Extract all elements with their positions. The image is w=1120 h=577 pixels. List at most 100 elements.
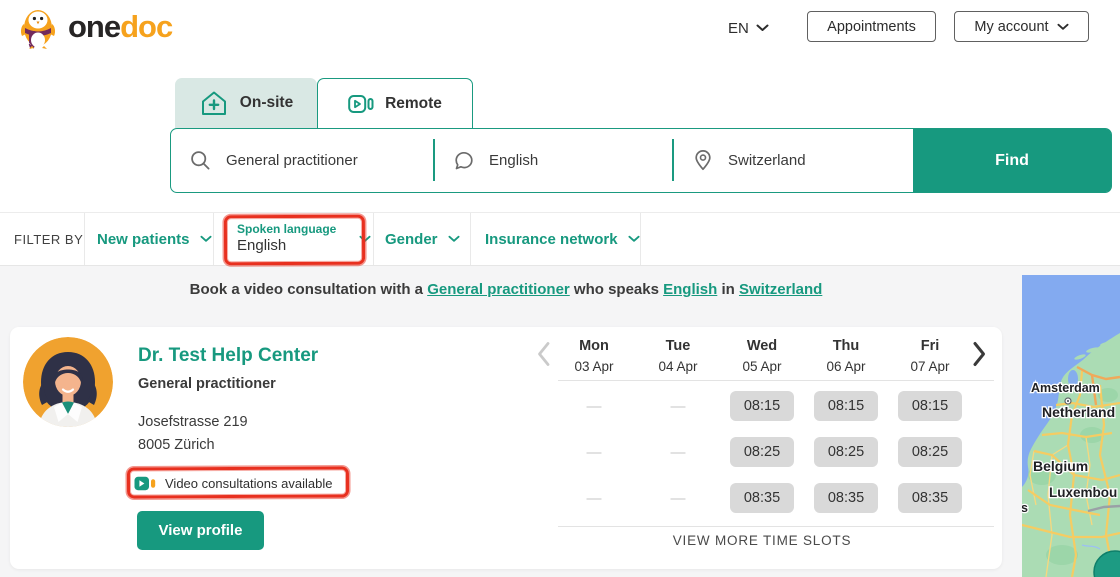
filter-by-label: FILTER BY	[14, 231, 84, 247]
tab-onsite-label: On-site	[239, 94, 294, 111]
view-profile-label: View profile	[158, 522, 243, 539]
gender-label: Gender	[385, 230, 438, 248]
time-slot-button[interactable]: 08:15	[898, 391, 962, 421]
banner-specialty-link[interactable]: General practitioner	[427, 281, 570, 298]
day-header: Tue 04 Apr	[658, 338, 698, 375]
filter-bar: FILTER BY New patients Spoken language E…	[0, 212, 1120, 266]
spoken-language-label: Spoken language	[237, 222, 337, 237]
penguin-mascot-icon	[20, 10, 56, 50]
language-selector[interactable]: EN	[728, 16, 769, 40]
spoken-language-stack: Spoken language English	[237, 222, 336, 256]
appointments-button[interactable]: Appointments	[807, 11, 936, 42]
empty-slot: —	[586, 489, 602, 507]
chevron-down-icon	[447, 235, 460, 242]
map-label-partial: s	[1022, 501, 1028, 515]
chevron-down-icon	[359, 235, 371, 242]
specialty-value: General practitioner	[226, 152, 358, 169]
calendar-prev-button[interactable]	[532, 340, 554, 368]
day-header: Wed 05 Apr	[742, 338, 782, 375]
chevron-right-icon	[973, 342, 985, 366]
doctor-name-link[interactable]: Dr. Test Help Center	[138, 345, 318, 367]
insurance-network-label: Insurance network	[485, 230, 618, 248]
tab-remote-label: Remote	[385, 94, 442, 112]
filter-insurance-network[interactable]: Insurance network	[485, 213, 640, 265]
empty-slot: —	[670, 397, 686, 415]
my-account-label: My account	[974, 18, 1049, 35]
banner-text: Book a video consultation with a	[189, 281, 428, 298]
video-badge-label: Video consultations available	[165, 476, 333, 491]
calendar-separator	[558, 526, 994, 527]
doctor-avatar[interactable]	[23, 337, 113, 427]
onedoc-logo[interactable]: onedoc	[16, 4, 173, 50]
doctor-address-line2: 8005 Zürich	[138, 437, 215, 453]
result-banner: Book a video consultation with a General…	[0, 281, 1012, 298]
calendar-day-headers: Mon 03 Apr Tue 04 Apr Wed 05 Apr Thu 06 …	[552, 336, 972, 377]
house-plus-icon	[201, 91, 226, 115]
view-more-time-slots-link[interactable]: VIEW MORE TIME SLOTS	[552, 533, 972, 548]
map-label-netherlands: Netherland	[1042, 404, 1115, 420]
speech-bubble-icon	[455, 151, 473, 169]
time-slot-button[interactable]: 08:35	[898, 483, 962, 513]
doctor-card: Dr. Test Help Center General practitione…	[10, 327, 1002, 569]
logo-wordmark: onedoc	[68, 9, 173, 44]
doctor-address-line1: Josefstrasse 219	[138, 414, 248, 430]
filter-divider	[470, 213, 471, 265]
my-account-button[interactable]: My account	[954, 11, 1089, 42]
banner-location-link[interactable]: Switzerland	[739, 281, 822, 298]
chevron-down-icon	[756, 24, 769, 31]
filter-new-patients[interactable]: New patients	[97, 213, 212, 265]
onedoc-search-page: onedoc EN Appointments My account On-sit…	[0, 0, 1120, 577]
filter-gender[interactable]: Gender	[385, 213, 460, 265]
map-label-luxembourg: Luxembou	[1049, 485, 1117, 500]
doctor-avatar-illustration	[23, 337, 113, 427]
chevron-left-icon	[537, 342, 549, 366]
filter-divider	[373, 213, 374, 265]
language-code: EN	[728, 19, 749, 37]
doctor-specialty: General practitioner	[138, 376, 276, 392]
find-button[interactable]: Find	[913, 129, 1111, 192]
location-value: Switzerland	[728, 152, 806, 169]
spoken-language-value: English	[237, 237, 287, 255]
map-canvas: Amsterdam Netherland Belgium Luxembou s	[1020, 275, 1120, 577]
map-label-belgium: Belgium	[1033, 458, 1088, 474]
chevron-down-icon	[628, 235, 640, 242]
chevron-down-icon	[1057, 23, 1069, 30]
empty-slot: —	[670, 443, 686, 461]
time-slot-button[interactable]: 08:25	[730, 437, 794, 467]
time-slot-button[interactable]: 08:25	[814, 437, 878, 467]
empty-slot: —	[670, 489, 686, 507]
new-patients-label: New patients	[97, 230, 190, 248]
video-camera-icon	[348, 94, 374, 113]
empty-slot: —	[586, 443, 602, 461]
time-slot-button[interactable]: 08:25	[898, 437, 962, 467]
language-value: English	[489, 152, 539, 169]
specialty-field[interactable]: General practitioner	[171, 129, 435, 192]
time-slot-grid: — — 08:15 08:15 08:15 — — 08:25 08:25 08…	[552, 383, 972, 521]
time-slot-button[interactable]: 08:15	[730, 391, 794, 421]
filter-divider	[640, 213, 641, 265]
day-header: Mon 03 Apr	[574, 338, 614, 375]
video-available-icon	[134, 476, 156, 491]
time-slot-button[interactable]: 08:35	[814, 483, 878, 513]
time-slot-button[interactable]: 08:35	[730, 483, 794, 513]
map-label-amsterdam: Amsterdam	[1031, 381, 1100, 395]
filter-spoken-language[interactable]: Spoken language English	[237, 213, 371, 265]
location-pin-icon	[695, 150, 711, 171]
location-field[interactable]: Switzerland	[674, 129, 913, 192]
tab-remote[interactable]: Remote	[317, 78, 473, 128]
filter-divider	[213, 213, 214, 265]
map[interactable]: Amsterdam Netherland Belgium Luxembou s	[1020, 275, 1120, 577]
search-icon	[191, 151, 210, 170]
banner-text: in	[717, 281, 739, 298]
banner-text: who speaks	[569, 281, 664, 298]
tab-onsite[interactable]: On-site	[175, 78, 317, 128]
appointments-label: Appointments	[827, 18, 916, 35]
video-consultations-badge: Video consultations available	[134, 472, 332, 495]
find-label: Find	[995, 151, 1029, 169]
chevron-down-icon	[199, 235, 212, 242]
search-bar: General practitioner English Switzerland…	[170, 128, 1112, 193]
language-field[interactable]: English	[435, 129, 674, 192]
banner-language-link[interactable]: English	[663, 281, 717, 298]
view-profile-button[interactable]: View profile	[137, 511, 264, 550]
time-slot-button[interactable]: 08:15	[814, 391, 878, 421]
